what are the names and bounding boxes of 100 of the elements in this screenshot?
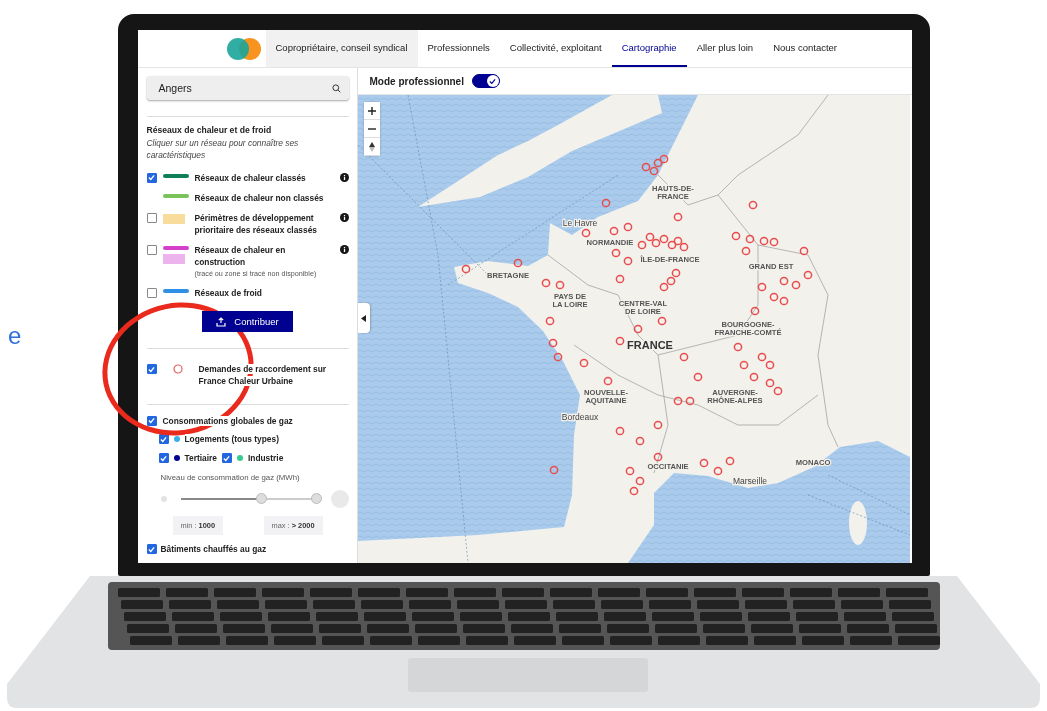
map-marker[interactable] (693, 372, 702, 382)
map-marker[interactable] (699, 458, 708, 468)
map-marker[interactable] (659, 154, 668, 164)
map-marker[interactable] (685, 396, 694, 406)
checkbox[interactable] (146, 212, 157, 223)
info-icon[interactable] (339, 245, 349, 255)
map-marker[interactable] (769, 292, 778, 302)
map-marker[interactable] (679, 242, 688, 252)
map-marker[interactable] (615, 426, 624, 436)
map-marker[interactable] (603, 376, 612, 386)
map-marker[interactable] (713, 466, 722, 476)
map-marker[interactable] (679, 352, 688, 362)
checkbox[interactable] (221, 453, 232, 464)
map-marker[interactable] (765, 360, 774, 370)
layer-label: Réseaux de chaleur non classés (194, 191, 325, 204)
slider-thumb[interactable] (310, 493, 322, 505)
map-marker[interactable] (757, 282, 766, 292)
map-marker[interactable] (745, 234, 754, 244)
map-marker[interactable] (601, 198, 610, 208)
map-marker[interactable] (651, 238, 660, 248)
map-marker[interactable] (779, 276, 788, 286)
map-marker[interactable] (731, 231, 740, 241)
map-marker[interactable] (779, 296, 788, 306)
map-marker[interactable] (757, 352, 766, 362)
checkbox[interactable] (158, 453, 169, 464)
map-marker[interactable] (625, 466, 634, 476)
map-marker[interactable] (739, 360, 748, 370)
map-marker[interactable] (750, 306, 759, 316)
map-marker[interactable] (637, 240, 646, 250)
map-marker[interactable] (657, 316, 666, 326)
map-marker[interactable] (615, 336, 624, 346)
map-marker[interactable] (545, 316, 554, 326)
nav-tab[interactable]: Nous contacter (763, 30, 848, 67)
nav-tab[interactable]: Professionnels (417, 30, 500, 67)
map-marker[interactable] (791, 280, 800, 290)
mode-toggle[interactable] (471, 74, 500, 88)
map-marker[interactable] (635, 476, 644, 486)
map-marker[interactable] (581, 228, 590, 238)
map-marker[interactable] (553, 352, 562, 362)
map-marker[interactable] (609, 226, 618, 236)
search-field[interactable]: Angers (146, 76, 349, 100)
map-marker[interactable] (629, 486, 638, 496)
map-marker[interactable] (769, 237, 778, 247)
map-marker[interactable] (549, 465, 558, 475)
map-marker[interactable] (611, 248, 620, 258)
map-marker[interactable] (733, 342, 742, 352)
nav-tab[interactable]: Cartographie (611, 30, 687, 67)
upload-icon (216, 316, 227, 327)
info-icon[interactable] (339, 172, 349, 182)
nav-tab[interactable]: Collectivité, exploitant (499, 30, 612, 67)
map-label: Marseille (732, 476, 767, 486)
nav-tab[interactable]: Aller plus loin (686, 30, 764, 67)
map-marker[interactable] (671, 268, 680, 278)
map-marker[interactable] (666, 276, 675, 286)
map-marker[interactable] (513, 258, 522, 268)
map-marker[interactable] (653, 452, 662, 462)
map-marker[interactable] (759, 236, 768, 246)
map-marker[interactable] (461, 264, 470, 274)
map-marker[interactable] (673, 212, 682, 222)
checkbox[interactable] (146, 245, 157, 256)
map-marker[interactable] (641, 162, 650, 172)
map-marker[interactable] (635, 436, 644, 446)
contribute-button[interactable]: Contribuer (202, 311, 293, 333)
map-marker[interactable] (615, 274, 624, 284)
map-marker[interactable] (555, 280, 564, 290)
map-marker[interactable] (653, 420, 662, 430)
nav-tab[interactable]: Copropriétaire, conseil syndical (265, 30, 418, 67)
map-marker[interactable] (799, 246, 808, 256)
map-marker[interactable] (548, 338, 557, 348)
map-marker[interactable] (541, 278, 550, 288)
logo-icon[interactable] (225, 36, 262, 61)
map-marker[interactable] (765, 378, 774, 388)
checkbox[interactable] (146, 364, 157, 375)
info-icon[interactable] (339, 212, 349, 222)
search-icon (331, 83, 341, 93)
map-marker[interactable] (748, 200, 757, 210)
map-marker[interactable] (623, 222, 632, 232)
checkbox[interactable] (146, 415, 157, 426)
slider-thumb[interactable] (256, 493, 268, 505)
map-marker[interactable] (623, 256, 632, 266)
map-marker[interactable] (741, 246, 750, 256)
map-marker[interactable] (803, 270, 812, 280)
map-marker[interactable] (633, 324, 642, 334)
map-marker[interactable] (645, 232, 654, 242)
map-marker[interactable] (725, 456, 734, 466)
map-marker[interactable] (659, 282, 668, 292)
map-marker[interactable] (667, 240, 676, 250)
checkbox[interactable] (146, 544, 157, 555)
map-marker[interactable] (673, 236, 682, 246)
map-label: Bordeaux (561, 412, 598, 422)
map-marker[interactable] (653, 158, 662, 168)
map-marker[interactable] (659, 234, 668, 244)
checkbox[interactable] (146, 172, 157, 183)
map-marker[interactable] (673, 396, 682, 406)
map-marker[interactable] (579, 358, 588, 368)
map-marker[interactable] (649, 166, 658, 176)
checkbox[interactable] (146, 288, 157, 299)
map-marker[interactable] (773, 386, 782, 396)
checkbox[interactable] (158, 434, 169, 445)
map-marker[interactable] (749, 372, 758, 382)
